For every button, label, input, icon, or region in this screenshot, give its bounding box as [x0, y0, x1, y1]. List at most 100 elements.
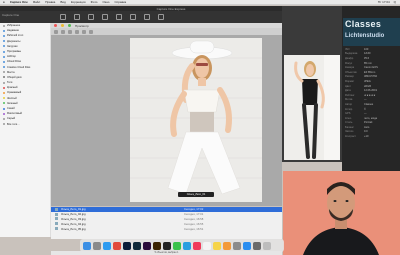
- sidebar-item-icon: [3, 45, 5, 48]
- forward-icon[interactable]: [61, 29, 65, 34]
- sidebar-item-icon: [3, 86, 5, 89]
- illustrator-icon[interactable]: [153, 241, 161, 250]
- lightroom-icon[interactable]: [133, 241, 141, 250]
- metadata-key: Камера: [345, 66, 355, 70]
- sidebar-item-icon: [3, 102, 5, 105]
- capture-one-icon[interactable]: [163, 241, 171, 250]
- photo-illustration: [130, 38, 262, 202]
- sidebar-item[interactable]: Все теги…: [0, 122, 50, 127]
- metadata-key: Цвет: [345, 84, 351, 88]
- sidebar-item-icon: [3, 92, 5, 95]
- file-icon: [55, 227, 58, 231]
- metadata-row: Контраст +10: [342, 134, 400, 139]
- export-icon[interactable]: [158, 14, 164, 20]
- min-dot-icon[interactable]: [61, 24, 64, 27]
- music-icon[interactable]: [193, 241, 201, 250]
- menu-item[interactable]: Фото: [91, 0, 98, 4]
- metadata-value: 100: [364, 47, 369, 51]
- brush-icon[interactable]: [130, 14, 136, 20]
- import-icon[interactable]: [60, 14, 66, 20]
- file-date: Сегодня, 17:02: [184, 207, 204, 212]
- metadata-value: лето, мода: [364, 116, 378, 120]
- menu-item[interactable]: Вид: [60, 0, 65, 4]
- redo-icon[interactable]: [88, 14, 94, 20]
- menu-item[interactable]: Capture One: [10, 0, 28, 4]
- sidebar-item-icon: [3, 71, 5, 74]
- crop-icon[interactable]: [102, 14, 108, 20]
- metadata-key: Баланс: [345, 125, 354, 129]
- undo-icon[interactable]: [74, 14, 80, 20]
- chrome-icon[interactable]: [113, 241, 121, 250]
- photoshop-icon[interactable]: [123, 241, 131, 250]
- menu-item[interactable]: Справка: [114, 0, 126, 4]
- metadata-key: Копир.: [345, 107, 353, 111]
- file-row[interactable]: Ольга_Лето_05.jpg Сегодня, 16:51: [51, 226, 282, 231]
- menu-item[interactable]: Коррекция: [71, 0, 86, 4]
- finder-icon[interactable]: [83, 241, 91, 250]
- menubar-status-item[interactable]: Q: [394, 0, 396, 4]
- file-icon: [55, 212, 58, 216]
- max-dot-icon[interactable]: [68, 24, 71, 27]
- metadata-value: —: [364, 112, 367, 116]
- menu-item[interactable]: Окно: [102, 0, 109, 4]
- app-label: Capture One: [2, 13, 20, 17]
- file-list: Ольга_Лето_01.jpg Сегодня, 17:02 Ольга_Лет…: [51, 207, 282, 239]
- sidebar-item-icon: [3, 123, 5, 126]
- metadata-value: ©: [364, 107, 366, 111]
- sidebar-item-icon: [3, 55, 5, 58]
- metadata-key: Объектив: [345, 70, 357, 74]
- tag-icon[interactable]: [89, 29, 93, 34]
- notes-icon[interactable]: [213, 241, 221, 250]
- brand-watermark: Classes Lichtenstudio: [343, 18, 400, 46]
- messages-icon[interactable]: [173, 241, 181, 250]
- menubar-status-item[interactable]: Пт 17:04: [378, 0, 390, 4]
- list-view-icon[interactable]: [75, 29, 79, 34]
- back-icon[interactable]: [54, 29, 58, 34]
- sidebar-item-icon: [3, 29, 5, 32]
- grid-view-icon[interactable]: [68, 29, 72, 34]
- downloads-icon[interactable]: [253, 241, 261, 250]
- menu-item[interactable]: Правка: [45, 0, 55, 4]
- safari-icon[interactable]: [103, 241, 111, 250]
- sidebar-item-icon: [3, 40, 5, 43]
- settings-icon[interactable]: [233, 241, 241, 250]
- sidebar-item-icon: [3, 24, 5, 27]
- menu-item[interactable]: Файл: [33, 0, 40, 4]
- menu-bar: ● Capture One Файл Правка Вид Коррекция Фото О…: [0, 0, 400, 5]
- metadata-value: 12.06.2019: [364, 89, 377, 93]
- launchpad-icon[interactable]: [93, 241, 101, 250]
- metadata-value: 0.0: [364, 130, 368, 134]
- apple-menu-icon[interactable]: ●: [3, 0, 5, 4]
- sidebar-item-icon: [3, 50, 5, 53]
- brand-subtitle: Lichtenstudio: [345, 33, 385, 39]
- main-photo[interactable]: [130, 38, 262, 202]
- trash-icon[interactable]: [263, 241, 271, 250]
- file-icon: [55, 222, 58, 226]
- premiere-icon[interactable]: [143, 241, 151, 250]
- metadata-value: JPEG: [364, 79, 371, 83]
- metadata-key: Формат: [345, 79, 355, 83]
- sidebar-item-icon: [3, 112, 5, 115]
- metadata-value: ★★★★★: [364, 93, 376, 97]
- file-date: Сегодня, 16:55: [184, 221, 204, 226]
- metadata-key: Контраст: [345, 135, 356, 139]
- appstore-icon[interactable]: [243, 241, 251, 250]
- metadata-value: f/5.6: [364, 56, 370, 60]
- photos-icon[interactable]: [223, 241, 231, 250]
- share-icon[interactable]: [82, 29, 86, 34]
- secondary-photo[interactable]: [284, 55, 340, 160]
- calendar-icon[interactable]: [203, 241, 211, 250]
- close-dot-icon[interactable]: [54, 24, 57, 27]
- telegram-icon[interactable]: [183, 241, 191, 250]
- metadata-key: Фокус: [345, 61, 353, 65]
- rotate-icon[interactable]: [116, 14, 122, 20]
- picker-icon[interactable]: [144, 14, 150, 20]
- metadata-key: Выдержка: [345, 52, 358, 56]
- metadata-value: Classes: [364, 102, 374, 106]
- metadata-key: ISO: [345, 47, 350, 51]
- brand-title: Classes: [345, 19, 382, 29]
- metadata-value: sRGB: [364, 84, 371, 88]
- sidebar: Избранное Недавние Рабочий стол Документы За…: [0, 23, 51, 237]
- sidebar-item-icon: [3, 76, 5, 79]
- sidebar-item-label: Все теги…: [7, 122, 20, 126]
